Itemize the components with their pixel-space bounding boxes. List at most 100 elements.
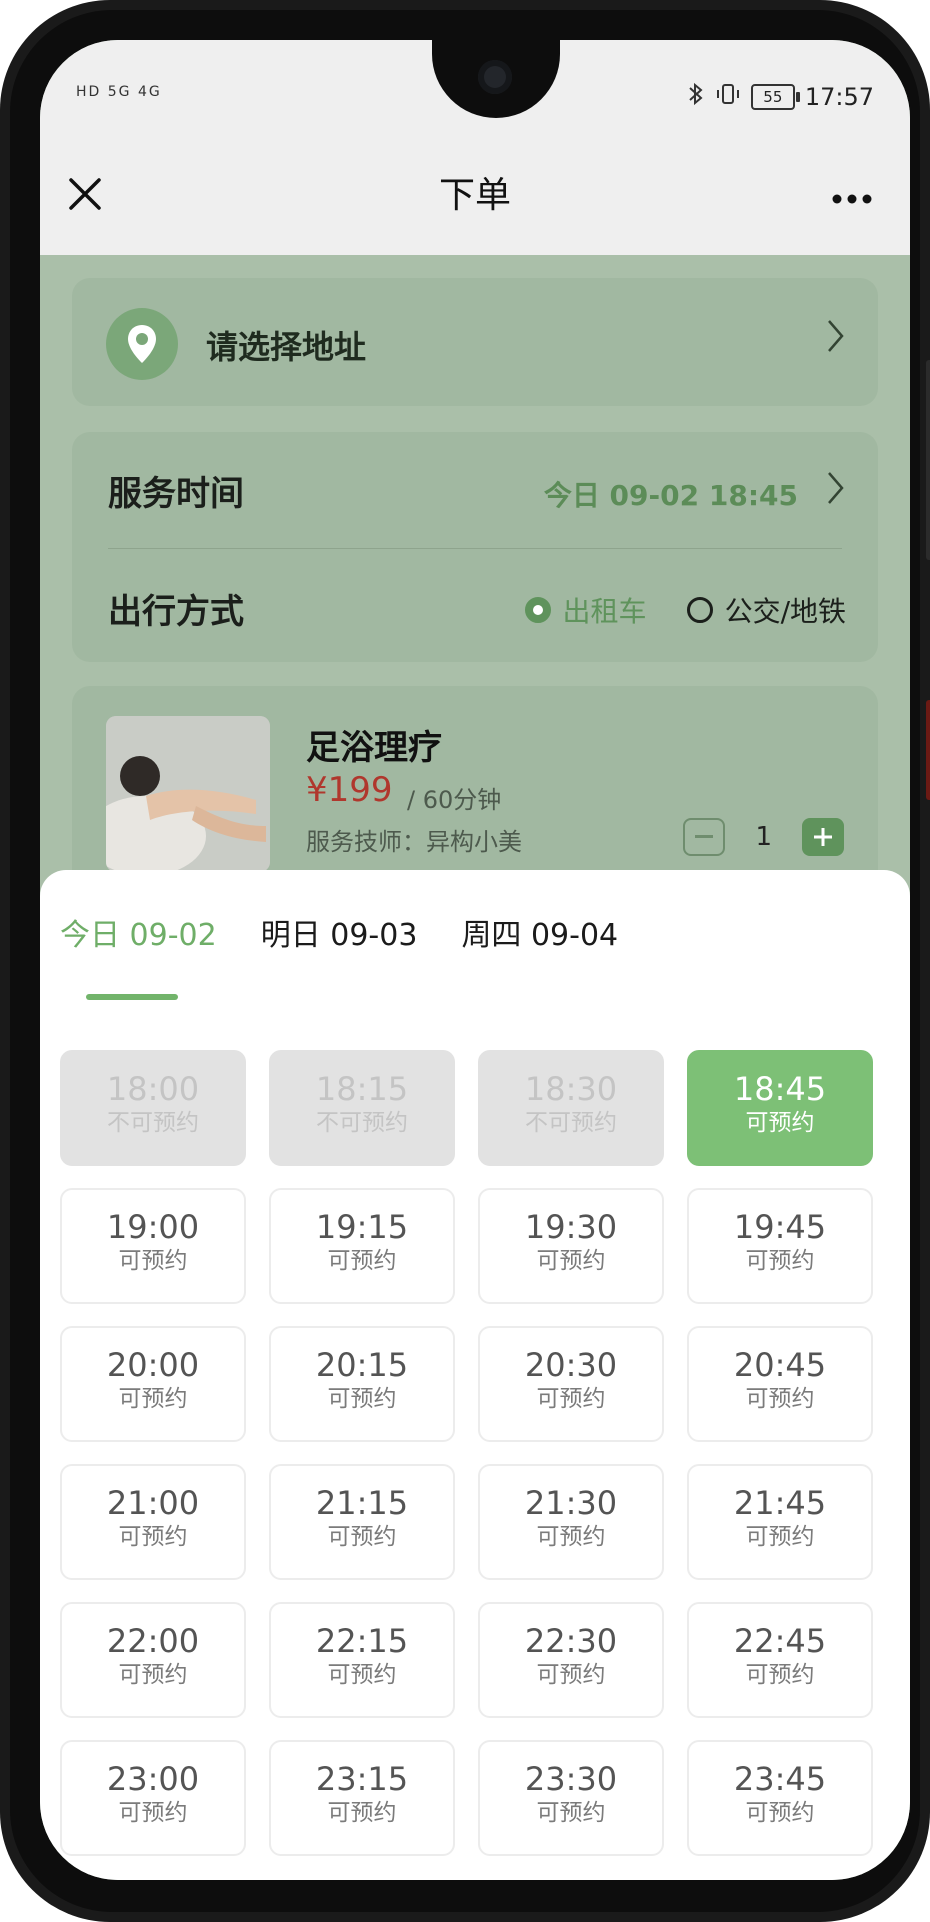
time-slot-status: 可预约: [118, 1662, 188, 1688]
date-tabs: 今日 09-02 明日 09-03 周四 09-04: [60, 910, 618, 984]
service-name: 足浴理疗: [306, 728, 442, 768]
vibrate-icon: [715, 82, 741, 112]
time-slot-status: 不可预约: [525, 1110, 617, 1136]
address-card[interactable]: 请选择地址: [72, 278, 878, 406]
time-slot-status: 可预约: [327, 1800, 397, 1826]
service-duration: / 60分钟: [407, 786, 502, 814]
time-slot[interactable]: 23:45 可预约: [687, 1740, 873, 1856]
time-slot[interactable]: 20:30 可预约: [478, 1326, 664, 1442]
time-slot[interactable]: 21:45 可预约: [687, 1464, 873, 1580]
time-slot[interactable]: 22:15 可预约: [269, 1602, 455, 1718]
address-label: 请选择地址: [206, 328, 367, 366]
plus-button[interactable]: [802, 818, 844, 856]
time-slot[interactable]: 21:15 可预约: [269, 1464, 455, 1580]
tab-today[interactable]: 今日 09-02: [60, 910, 217, 984]
front-camera: [478, 60, 512, 94]
time-slot[interactable]: 23:15 可预约: [269, 1740, 455, 1856]
tab-tomorrow[interactable]: 明日 09-03: [261, 910, 418, 984]
time-slot[interactable]: 18:45 可预约: [687, 1050, 873, 1166]
time-slot[interactable]: 20:00 可预约: [60, 1326, 246, 1442]
time-slot-status: 可预约: [327, 1248, 397, 1274]
minus-button[interactable]: [683, 818, 726, 856]
time-slot[interactable]: 22:00 可预约: [60, 1602, 246, 1718]
service-info-card: 服务时间 今日 09-02 18:45 出行方式 出租车 公交/地铁: [72, 432, 878, 662]
quantity-stepper: 1: [683, 818, 844, 856]
time-slot[interactable]: 23:00 可预约: [60, 1740, 246, 1856]
time-slot[interactable]: 20:45 可预约: [687, 1326, 873, 1442]
tab-thursday[interactable]: 周四 09-04: [461, 910, 618, 984]
time-slot-time: 22:45: [733, 1622, 827, 1660]
time-slot-status: 可预约: [536, 1386, 606, 1412]
time-slot-status: 可预约: [118, 1524, 188, 1550]
phone-bezel: HD 5G 4G 55 17:57 下单 请选择地址 服务时间 今日 09-02…: [10, 10, 920, 1912]
service-thumbnail: [106, 716, 270, 872]
time-slot[interactable]: 21:30 可预约: [478, 1464, 664, 1580]
signal-indicators: HD 5G 4G: [76, 84, 162, 100]
time-slot-time: 22:15: [315, 1622, 409, 1660]
service-time-label: 服务时间: [108, 474, 244, 514]
status-right: 55 17:57: [687, 82, 874, 112]
time-slot-time: 23:30: [524, 1760, 618, 1798]
time-slot-status: 可预约: [745, 1662, 815, 1688]
time-slot[interactable]: 19:30 可预约: [478, 1188, 664, 1304]
time-slot-time: 19:30: [524, 1208, 618, 1246]
time-slot-grid: 18:00 不可预约 18:15 不可预约 18:30 不可预约 18:45 可预约 19:00…: [60, 1050, 876, 1856]
time-slot-time: 18:30: [524, 1070, 618, 1108]
radio-transit[interactable]: 公交/地铁: [686, 590, 846, 630]
time-slot: 18:00 不可预约: [60, 1050, 246, 1166]
time-slot-status: 可预约: [536, 1248, 606, 1274]
time-slot-status: 可预约: [118, 1386, 188, 1412]
time-slot[interactable]: 22:30 可预约: [478, 1602, 664, 1718]
time-slot-status: 可预约: [745, 1524, 815, 1550]
time-slot-status: 不可预约: [316, 1110, 408, 1136]
radio-taxi[interactable]: 出租车: [524, 590, 647, 630]
chevron-right-icon[interactable]: [826, 470, 846, 515]
time-slot-time: 21:30: [524, 1484, 618, 1522]
service-time-value[interactable]: 今日 09-02 18:45: [544, 474, 798, 514]
time-slot-status: 可预约: [745, 1386, 815, 1412]
time-slot-time: 18:00: [106, 1070, 200, 1108]
time-slot-time: 19:00: [106, 1208, 200, 1246]
clock: 17:57: [804, 83, 874, 111]
time-slot-time: 20:15: [315, 1346, 409, 1384]
volume-button: [926, 360, 930, 560]
time-slot-status: 可预约: [536, 1524, 606, 1550]
time-slot[interactable]: 19:00 可预约: [60, 1188, 246, 1304]
time-slot-time: 21:00: [106, 1484, 200, 1522]
time-slot[interactable]: 19:45 可预约: [687, 1188, 873, 1304]
time-slot-status: 不可预约: [107, 1110, 199, 1136]
time-slot-time: 20:30: [524, 1346, 618, 1384]
time-slot: 18:15 不可预约: [269, 1050, 455, 1166]
time-slot[interactable]: 20:15 可预约: [269, 1326, 455, 1442]
radio-transit-label: 公交/地铁: [724, 595, 846, 628]
time-slot-time: 18:15: [315, 1070, 409, 1108]
time-slot-time: 21:15: [315, 1484, 409, 1522]
more-icon[interactable]: [832, 182, 872, 205]
nav-bar: 下单: [40, 140, 910, 255]
time-slot-time: 23:00: [106, 1760, 200, 1798]
time-slot-status: 可预约: [327, 1662, 397, 1688]
time-slot-status: 可预约: [745, 1800, 815, 1826]
time-slot-status: 可预约: [327, 1386, 397, 1412]
time-slot-time: 19:15: [315, 1208, 409, 1246]
time-slot-status: 可预约: [327, 1524, 397, 1550]
time-slot-time: 23:45: [733, 1760, 827, 1798]
time-slot[interactable]: 21:00 可预约: [60, 1464, 246, 1580]
time-slot-time: 23:15: [315, 1760, 409, 1798]
time-slot[interactable]: 22:45 可预约: [687, 1602, 873, 1718]
location-pin-icon: [106, 308, 178, 380]
time-slot-time: 22:30: [524, 1622, 618, 1660]
time-slot-status: 可预约: [118, 1800, 188, 1826]
time-slot[interactable]: 19:15 可预约: [269, 1188, 455, 1304]
radio-unchecked-icon: [686, 597, 713, 623]
time-slot-time: 19:45: [733, 1208, 827, 1246]
power-button: [926, 700, 930, 800]
time-slot[interactable]: 23:30 可预约: [478, 1740, 664, 1856]
time-slot: 18:30 不可预约: [478, 1050, 664, 1166]
time-slot-status: 可预约: [118, 1248, 188, 1274]
time-slot-time: 20:00: [106, 1346, 200, 1384]
phone-frame: HD 5G 4G 55 17:57 下单 请选择地址 服务时间 今日 09-02…: [0, 0, 930, 1922]
battery-icon: 55: [750, 84, 800, 110]
time-slot-time: 21:45: [733, 1484, 827, 1522]
page-title: 下单: [438, 175, 511, 216]
